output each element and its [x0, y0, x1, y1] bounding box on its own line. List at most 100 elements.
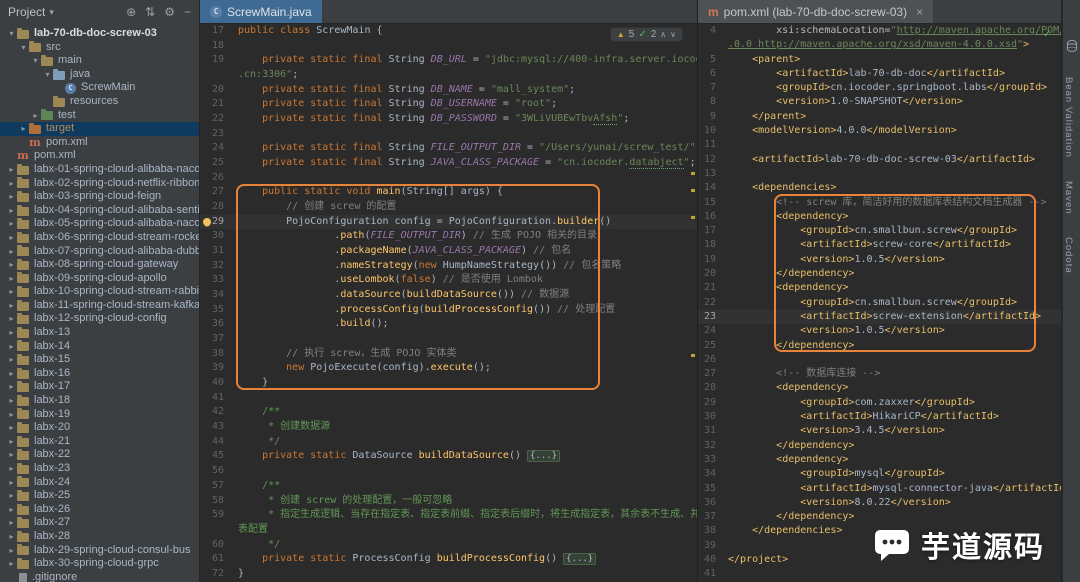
line-number[interactable]: 14 [698, 181, 722, 195]
line-number[interactable] [200, 68, 230, 83]
tree-item[interactable]: ▸ test [0, 109, 199, 123]
code-line[interactable]: 12 <artifactId>lab-70-db-doc-screw-03</a… [698, 153, 1061, 167]
line-number[interactable]: 25 [698, 339, 722, 353]
code-line[interactable]: 24 private static final String FILE_OUTP… [200, 141, 697, 156]
code-line[interactable]: 41 [200, 391, 697, 406]
tree-item[interactable]: ▸ labx-03-spring-cloud-feign [0, 190, 199, 204]
code-line[interactable]: 29 <groupId>com.zaxxer</groupId> [698, 396, 1061, 410]
tree-chevron-icon[interactable]: ▸ [18, 122, 29, 136]
code-line[interactable]: 4 xsi:schemaLocation="http://maven.apach… [698, 24, 1061, 38]
code-line[interactable]: 60 */ [200, 538, 697, 553]
line-number[interactable]: 13 [698, 167, 722, 181]
code-line[interactable]: 72} [200, 567, 697, 582]
line-number[interactable]: 39 [200, 361, 230, 376]
code-line[interactable]: 22 <groupId>cn.smallbun.screw</groupId> [698, 296, 1061, 310]
line-number[interactable]: 42 [200, 405, 230, 420]
code-line[interactable]: 21 <dependency> [698, 281, 1061, 295]
line-number[interactable]: 27 [698, 367, 722, 381]
tree-chevron-icon[interactable]: ▸ [6, 326, 17, 340]
tree-item[interactable]: ▸ labx-01-spring-cloud-alibaba-nacos-disc [0, 163, 199, 177]
tree-chevron-icon[interactable]: ▸ [6, 353, 17, 367]
code-line[interactable]: .0.0 http://maven.apache.org/xsd/maven-4… [698, 38, 1061, 52]
code-line[interactable]: 34 <groupId>mysql</groupId> [698, 467, 1061, 481]
tree-chevron-icon[interactable]: ▸ [6, 530, 17, 544]
code-line[interactable]: 45 private static DataSource buildDataSo… [200, 449, 697, 464]
code-line[interactable]: 33 .useLombok(false) // 是否使用 Lombok [200, 273, 697, 288]
code-line[interactable]: 26 [698, 353, 1061, 367]
line-number[interactable]: 23 [200, 127, 230, 142]
tree-chevron-icon[interactable]: ▸ [6, 557, 17, 571]
code-line[interactable]: 27 public static void main(String[] args… [200, 185, 697, 200]
project-view-selector[interactable]: Project ▾ [8, 5, 54, 19]
tree-item[interactable]: ▸ labx-18 [0, 394, 199, 408]
line-number[interactable]: 32 [200, 259, 230, 274]
hide-panel-icon[interactable]: − [184, 6, 191, 18]
tree-chevron-icon[interactable]: ▸ [6, 489, 17, 503]
code-line[interactable]: 61 private static ProcessConfig buildPro… [200, 552, 697, 567]
tree-chevron-icon[interactable]: ▸ [6, 217, 17, 231]
line-number[interactable]: 34 [698, 467, 722, 481]
line-number[interactable]: 12 [698, 153, 722, 167]
code-line[interactable]: 36 <version>8.0.22</version> [698, 496, 1061, 510]
prev-problem-icon[interactable]: ∧ [660, 30, 666, 39]
tree-chevron-icon[interactable]: ▾ [6, 27, 17, 41]
line-number[interactable]: 6 [698, 67, 722, 81]
code-line[interactable]: 29 PojoConfiguration config = PojoConfig… [200, 214, 697, 230]
tree-chevron-icon[interactable]: ▸ [6, 258, 17, 272]
code-line[interactable]: 23 [200, 127, 697, 142]
line-number[interactable]: 36 [698, 496, 722, 510]
scrollbar-mark[interactable] [691, 216, 695, 219]
tree-item[interactable]: ▸ labx-02-spring-cloud-netflix-ribbon [0, 177, 199, 191]
line-number[interactable]: 18 [200, 39, 230, 54]
tab-screwmain-java[interactable]: C ScrewMain.java [200, 0, 322, 23]
tree-chevron-icon[interactable]: ▸ [6, 544, 17, 558]
tree-item[interactable]: ▸ labx-27 [0, 516, 199, 530]
code-line[interactable]: 13 [698, 167, 1061, 181]
code-line[interactable]: 17 <groupId>cn.smallbun.screw</groupId> [698, 224, 1061, 238]
line-number[interactable]: 8 [698, 95, 722, 109]
code-line[interactable]: 27 <!-- 数据库连接 --> [698, 367, 1061, 381]
intention-bulb-icon[interactable] [203, 217, 211, 226]
tree-chevron-icon[interactable]: ▸ [6, 476, 17, 490]
collapse-all-icon[interactable]: ⇅ [145, 6, 155, 18]
tree-chevron-icon[interactable]: ▸ [6, 190, 17, 204]
code-line[interactable]: 20 </dependency> [698, 267, 1061, 281]
line-number[interactable]: 21 [200, 97, 230, 112]
line-number[interactable]: 41 [698, 567, 722, 581]
line-number[interactable]: 16 [698, 210, 722, 224]
code-line[interactable]: 31 .packageName(JAVA_CLASS_PACKAGE) // 包… [200, 244, 697, 259]
line-number[interactable]: 20 [200, 83, 230, 98]
code-line[interactable]: 36 .build(); [200, 317, 697, 332]
line-number[interactable]: 44 [200, 435, 230, 450]
line-number[interactable]: 22 [200, 112, 230, 127]
code-line[interactable]: 30 <artifactId>HikariCP</artifactId> [698, 410, 1061, 424]
tab-pom-xml[interactable]: m pom.xml (lab-70-db-doc-screw-03) × [698, 0, 934, 23]
code-line[interactable]: 28 <dependency> [698, 381, 1061, 395]
code-line[interactable]: 37 </dependency> [698, 510, 1061, 524]
code-line[interactable]: .cn:3306"; [200, 68, 697, 83]
tree-item[interactable]: ▸ labx-11-spring-cloud-stream-kafka [0, 299, 199, 313]
line-number[interactable] [698, 38, 722, 52]
line-number[interactable]: 39 [698, 539, 722, 553]
database-icon[interactable] [1066, 40, 1077, 52]
tree-chevron-icon[interactable]: ▸ [6, 177, 17, 191]
line-number[interactable]: 35 [698, 482, 722, 496]
tree-chevron-icon[interactable]: ▸ [6, 367, 17, 381]
tree-item[interactable]: ▸ labx-07-spring-cloud-alibaba-dubbo [0, 245, 199, 259]
line-number[interactable]: 45 [200, 449, 230, 464]
line-number[interactable]: 30 [200, 229, 230, 244]
tree-item[interactable]: ▸ labx-20 [0, 421, 199, 435]
code-line[interactable]: 25 private static final String JAVA_CLAS… [200, 156, 697, 171]
line-number[interactable]: 35 [200, 303, 230, 318]
code-line[interactable]: 23 <artifactId>screw-extension</artifact… [698, 309, 1061, 325]
tree-chevron-icon[interactable]: ▸ [30, 109, 41, 123]
code-line[interactable]: 25 </dependency> [698, 339, 1061, 353]
line-number[interactable]: 43 [200, 420, 230, 435]
code-line[interactable]: 10 <modelVersion>4.0.0</modelVersion> [698, 124, 1061, 138]
code-line[interactable]: 16 <dependency> [698, 210, 1061, 224]
line-number[interactable]: 17 [698, 224, 722, 238]
line-number[interactable]: 20 [698, 267, 722, 281]
code-line[interactable]: 44 */ [200, 435, 697, 450]
tree-chevron-icon[interactable]: ▸ [6, 408, 17, 422]
tree-chevron-icon[interactable]: ▸ [6, 231, 17, 245]
